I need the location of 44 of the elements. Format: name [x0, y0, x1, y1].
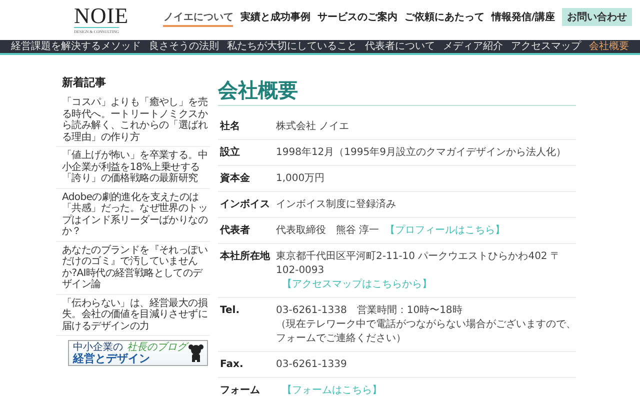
sub-nav-link[interactable]: メディア紹介 — [443, 40, 503, 52]
article-link[interactable]: 「伝わらない」は、経営最大の損失。会社の価値を目減りさせずに届けるデザインの力 — [56, 294, 210, 336]
contact-button[interactable]: お問い合わせ — [562, 8, 632, 26]
row-value: 東京都千代田区平河町2-11-10 パークウエストひらかわ402 〒102-0093 — [276, 250, 562, 278]
row-value: （現在テレワーク中で電話がつながらない場合がございますので、フォームでご連絡ください） — [276, 318, 576, 346]
blog-banner[interactable]: 中小企業の 社長のブログ 経営とデザイン — [68, 340, 208, 366]
sub-nav-link[interactable]: 良さそうの法則 — [149, 40, 219, 52]
article-link[interactable]: Adobeの劇的進化を支えたのは「共感」だった。なぜ世界のトップはインド系リーダーばかりなのか？ — [56, 188, 210, 242]
page-title: 会社概要 — [218, 77, 576, 106]
banner-subtitle: 中小企業の — [73, 342, 123, 352]
row-label: Fax. — [219, 358, 244, 372]
bear-mascot-icon — [188, 344, 204, 362]
row-value: 1,000万円 — [276, 172, 326, 186]
nav-link[interactable]: サービスのご案内 — [317, 10, 398, 26]
nav-link[interactable]: ノイエについて — [163, 10, 234, 26]
row-label: インボイス — [219, 198, 271, 212]
row-label: 本社所在地 — [218, 250, 271, 264]
nav-link[interactable]: 情報発信/講座 — [491, 10, 555, 26]
row-label: Tel. — [219, 304, 241, 318]
banner-title: 経営とデザイン — [73, 352, 150, 364]
nav-link[interactable]: 実績と成功事例 — [240, 10, 310, 26]
row-label: 設立 — [218, 146, 241, 160]
row-label: フォーム — [219, 384, 261, 398]
row-value: 1998年12月（1995年9月設立のクマガイデザインから法人化） — [276, 146, 567, 160]
sub-nav-link[interactable]: 代表者について — [365, 40, 435, 52]
row-value: 03-6261-1339 — [276, 358, 348, 372]
article-link[interactable]: あなたのブランドを『それっぽいだけのゴミ』で汚していませんか?AI時代の経営戦略としてのデザイン論 — [56, 242, 210, 294]
sidebar-heading: 新着記事 — [62, 75, 107, 90]
row-value: 株式会社 ノイエ — [276, 120, 350, 134]
article-link[interactable]: 「値上げが怖い」を卒業する。中小企業が利益を18%上乗せする「誇り」の価格戦略の最新研究 — [56, 147, 210, 188]
row-label: 資本金 — [219, 172, 251, 186]
nav-link[interactable]: ご依頼にあたって — [404, 10, 484, 26]
row-label: 社名 — [218, 120, 241, 134]
row-label: 代表者 — [218, 224, 251, 238]
sub-nav-link[interactable]: 会社概要 — [589, 40, 629, 52]
sub-nav-link[interactable]: 私たちが大切にしていること — [227, 40, 357, 52]
row-value: 03-6261-1338 営業時間：10時〜18時 — [276, 304, 464, 318]
row-value: 代表取締役 熊谷 淳一 — [276, 224, 380, 238]
sub-nav-link[interactable]: アクセスマップ — [511, 40, 581, 52]
row-value: インボイス制度に登録済み — [276, 198, 397, 212]
banner-script-text: 社長のブログ — [127, 342, 187, 352]
logo-wordmark: NOIE — [74, 6, 129, 26]
sub-nav-link[interactable]: 経営課題を解決するメソッド — [11, 40, 141, 52]
article-link[interactable]: 「コスパ」よりも「癒やし」を売る時代へ。ートリートノミクスから読み解く、これからの「選ばれる理由」の作り方 — [56, 94, 210, 147]
